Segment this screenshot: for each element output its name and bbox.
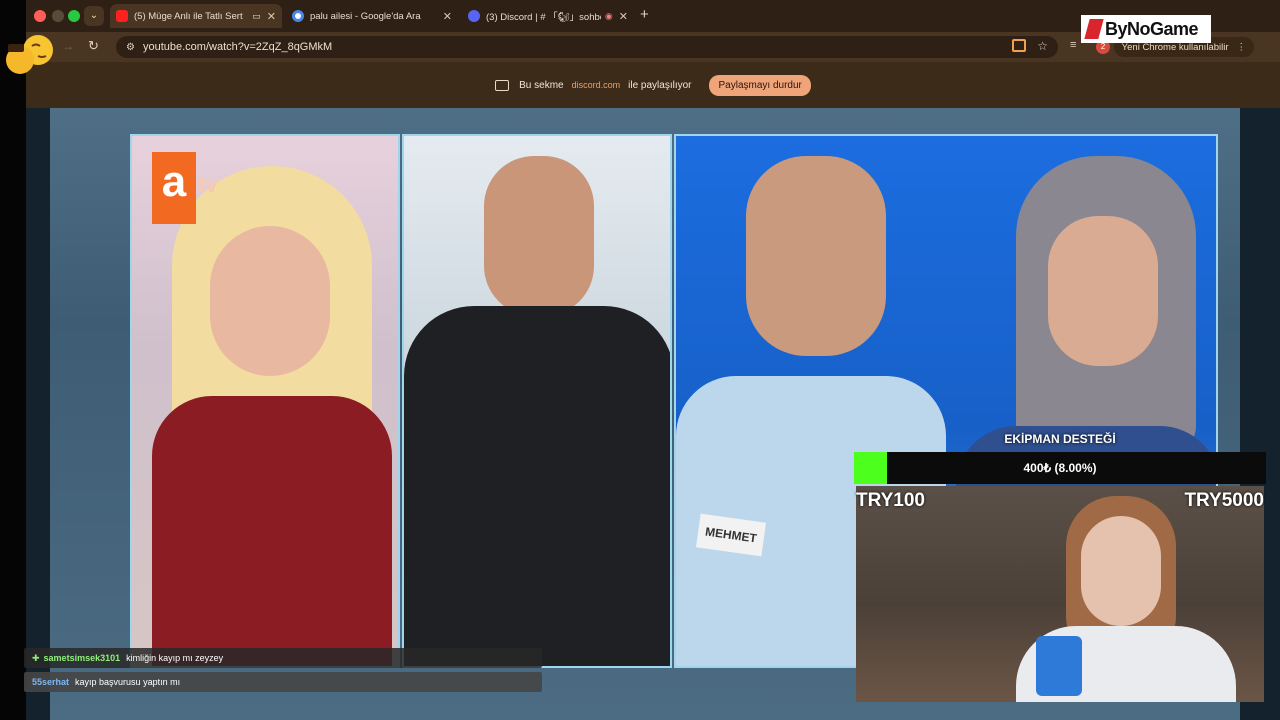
chat-text: kayıp başvurusu yaptın mı: [75, 677, 181, 687]
photo-panel: [402, 134, 672, 668]
discord-favicon-icon: [468, 10, 480, 22]
media-controls-icon[interactable]: ≡: [1070, 39, 1076, 51]
man-face: [484, 156, 594, 316]
tab-title: (3) Discord | # 「🐿」sohbe: [486, 12, 601, 23]
close-tab-icon[interactable]: ✕: [619, 10, 628, 23]
tab-share-bar: Bu sekme discord.com ile paylaşılıyor Pa…: [26, 62, 1280, 108]
host-panel: a tv: [130, 134, 400, 668]
host-face: [210, 226, 330, 376]
guest-man-face: [746, 156, 886, 356]
plus-badge-icon: ✚: [32, 652, 40, 663]
share-screen-icon: [495, 79, 510, 91]
bookmark-star-icon[interactable]: ☆: [1037, 39, 1048, 53]
new-tab-button[interactable]: +: [640, 6, 649, 23]
donation-title: EKİPMAN DESTEĞİ: [1004, 432, 1116, 446]
site-settings-icon[interactable]: ⚙: [126, 42, 135, 53]
address-bar[interactable]: ⚙ youtube.com/watch?v=2ZqZ_8qGMkM ☆: [116, 36, 1058, 58]
tab-title: palu ailesi - Google'da Ara: [310, 10, 421, 22]
tab-title: (5) Müge Anlı ile Tatlı Sert: [134, 10, 243, 22]
tab-discord[interactable]: (3) Discord | # 「🐿」sohbe ◉ ✕: [462, 4, 634, 28]
recording-indicator-icon: ◉: [604, 10, 613, 21]
screen: ⌄ (5) Müge Anlı ile Tatlı Sert ▭ ✕ palu …: [0, 0, 1280, 720]
donation-min-label: TRY100: [856, 490, 925, 511]
chat-message: 55serhat kayıp başvurusu yaptın mı: [24, 672, 542, 692]
chat-username: 55serhat: [32, 677, 70, 687]
cast-icon[interactable]: [1012, 39, 1026, 52]
sponsor-text: ByNoGame: [1105, 18, 1199, 39]
share-domain: discord.com: [571, 80, 621, 90]
atv-logo-tv: tv: [198, 172, 218, 197]
streamer-face: [1081, 516, 1161, 626]
bynogame-logo: ByNoGame: [1081, 15, 1211, 43]
man-jacket: [404, 306, 670, 666]
chat-message: ✚ sametsimsek3101 kimliğin kayıp mı zeyz…: [24, 648, 542, 668]
minimize-window-button[interactable]: [52, 10, 64, 22]
url-text: youtube.com/watch?v=2ZqZ_8qGMkM: [142, 41, 333, 53]
bynogame-mark-icon: [1084, 19, 1104, 39]
maximize-window-button[interactable]: [68, 10, 80, 22]
chat-text: kimliğin kayıp mı zeyzey: [126, 653, 224, 663]
close-tab-icon[interactable]: ✕: [267, 10, 276, 23]
update-label: Yeni Chrome kullanılabilir: [1121, 41, 1229, 53]
guest-woman-face: [1048, 216, 1158, 366]
tab-search-icon[interactable]: ⌄: [84, 6, 104, 26]
atv-logo: a: [152, 152, 196, 224]
left-bar: [0, 0, 26, 720]
donation-progress-text: 400₺ (8.00%): [1023, 461, 1097, 475]
stop-sharing-button[interactable]: Paylaşmayı durdur: [709, 74, 811, 96]
close-window-button[interactable]: [34, 10, 46, 22]
tab-youtube[interactable]: (5) Müge Anlı ile Tatlı Sert ▭ ✕: [110, 4, 282, 28]
microphone-icon: [1036, 636, 1082, 696]
reload-icon[interactable]: ↻: [88, 38, 99, 54]
menu-dots-icon: ⋮: [1236, 41, 1247, 53]
youtube-favicon-icon: [116, 10, 128, 22]
donation-progress-bar: 400₺ (8.00%): [854, 452, 1266, 484]
screen-share-indicator-icon: ▭: [252, 10, 261, 21]
google-favicon-icon: [292, 10, 304, 22]
donation-widget: EKİPMAN DESTEĞİ 400₺ (8.00%) TRY100 TRY5…: [854, 432, 1266, 702]
tab-google[interactable]: palu ailesi - Google'da Ara ✕: [286, 4, 458, 28]
host-dress: [152, 396, 392, 666]
share-text-after: ile paylaşılıyor: [628, 79, 692, 91]
share-text-before: Bu sekme: [519, 79, 564, 91]
emoji-sticker-icon: [6, 35, 53, 74]
donation-max-label: TRY5000: [1184, 490, 1264, 511]
forward-icon[interactable]: →: [62, 39, 74, 53]
close-tab-icon[interactable]: ✕: [443, 10, 452, 23]
chat-username: sametsimsek3101: [43, 653, 121, 663]
streamer-webcam: [856, 486, 1264, 702]
